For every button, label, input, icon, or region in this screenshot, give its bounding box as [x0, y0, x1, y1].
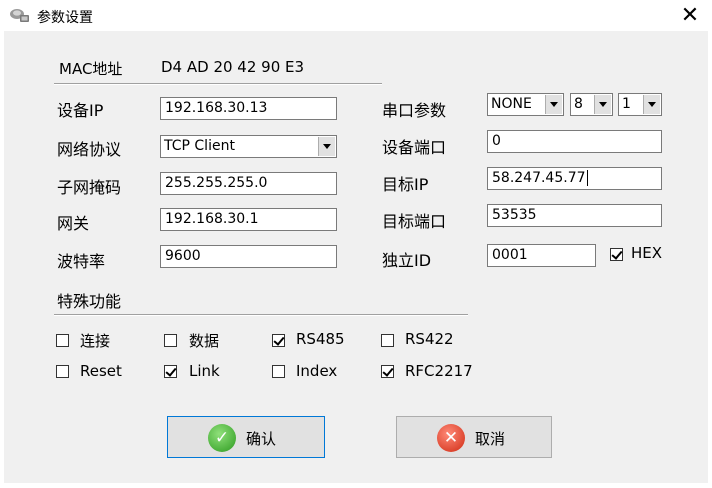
chevron-down-icon[interactable] [594, 95, 611, 114]
cancel-button[interactable]: ✕ 取消 [396, 416, 552, 458]
baud-rate-label: 波特率 [57, 252, 106, 271]
cancel-button-label: 取消 [475, 430, 506, 448]
connect-option-label: 连接 [80, 332, 111, 350]
index-option-label: Index [296, 362, 338, 380]
target-port-label: 目标端口 [382, 212, 447, 231]
parity-value: NONE [491, 96, 532, 112]
rs485-checkbox[interactable] [272, 334, 285, 347]
baud-rate-field[interactable]: 9600 [160, 245, 337, 268]
stop-bits-select[interactable]: 1 [618, 93, 662, 116]
network-protocol-select[interactable]: TCP Client [160, 135, 337, 158]
window-title: 参数设置 [37, 10, 93, 26]
chevron-down-icon[interactable] [545, 95, 562, 114]
independent-id-field[interactable]: 0001 [487, 244, 596, 267]
mac-address-value: D4 AD 20 42 90 E3 [161, 58, 305, 76]
data-checkbox[interactable] [164, 334, 177, 347]
hex-checkbox[interactable] [610, 248, 623, 261]
rs422-checkbox[interactable] [381, 334, 394, 347]
gateway-field[interactable]: 192.168.30.1 [160, 208, 337, 231]
subnet-mask-field[interactable]: 255.255.255.0 [160, 172, 337, 195]
network-protocol-value: TCP Client [164, 138, 235, 154]
rfc2217-checkbox[interactable] [381, 365, 394, 378]
device-ip-field[interactable]: 192.168.30.13 [160, 97, 337, 120]
reset-option-label: Reset [80, 362, 122, 380]
confirm-button-label: 确认 [246, 430, 277, 448]
mac-separator [54, 83, 382, 85]
special-functions-label: 特殊功能 [57, 292, 122, 311]
checkmark-icon: ✓ [208, 424, 236, 452]
close-icon: ✕ [680, 3, 700, 28]
network-settings-icon [10, 9, 29, 22]
data-option-label: 数据 [189, 332, 220, 350]
serial-params-label: 串口参数 [382, 101, 447, 120]
mac-address-label: MAC地址 [59, 60, 123, 78]
target-ip-field[interactable]: 58.247.45.77 [487, 167, 662, 190]
gateway-label: 网关 [57, 214, 90, 233]
subnet-mask-label: 子网掩码 [57, 178, 122, 197]
link-option-label: Link [189, 362, 220, 380]
cancel-x-icon: ✕ [437, 424, 465, 452]
device-port-label: 设备端口 [382, 138, 447, 157]
parity-select[interactable]: NONE [487, 93, 564, 116]
text-cursor [586, 170, 588, 186]
title-bar: 参数设置 ✕ [0, 0, 712, 31]
device-port-field[interactable]: 0 [487, 130, 662, 153]
target-port-field[interactable]: 53535 [487, 204, 662, 227]
target-ip-label: 目标IP [382, 175, 429, 194]
dialog-client-area: MAC地址 D4 AD 20 42 90 E3 设备IP 192.168.30.… [4, 31, 708, 483]
target-ip-value: 58.247.45.77 [492, 170, 586, 186]
device-ip-label: 设备IP [57, 101, 104, 120]
data-bits-value: 8 [574, 96, 583, 112]
rs422-option-label: RS422 [405, 330, 454, 348]
chevron-down-icon[interactable] [643, 95, 660, 114]
stop-bits-value: 1 [622, 96, 631, 112]
rs485-option-label: RS485 [296, 330, 345, 348]
connect-checkbox[interactable] [56, 334, 69, 347]
window-bottom-border [0, 483, 712, 488]
independent-id-label: 独立ID [382, 251, 432, 270]
hex-label: HEX [631, 244, 663, 262]
index-checkbox[interactable] [272, 365, 285, 378]
close-button[interactable]: ✕ [672, 2, 708, 30]
network-protocol-label: 网络协议 [57, 140, 122, 159]
link-checkbox[interactable] [164, 365, 177, 378]
confirm-button[interactable]: ✓ 确认 [167, 416, 325, 458]
chevron-down-icon[interactable] [318, 137, 335, 156]
data-bits-select[interactable]: 8 [570, 93, 613, 116]
rfc2217-option-label: RFC2217 [405, 362, 473, 380]
reset-checkbox[interactable] [56, 365, 69, 378]
special-separator [54, 314, 468, 316]
